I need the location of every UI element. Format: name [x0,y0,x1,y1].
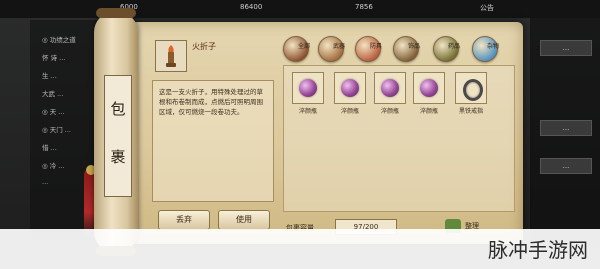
item-description-box: 这是一支火折子，用特殊处理过的草根和布卷制而成，点燃后可照明周围区域，仅可燃烧一… [152,80,274,202]
tab-weapon[interactable]: 武器 [318,36,346,62]
left-line: ◎ 天 ... [42,108,65,116]
inventory-slot[interactable]: 淬颜瓶 [374,72,406,115]
purple-gem-icon [420,79,438,97]
bag-title-char: 包 [110,100,126,118]
ring-icon [463,79,483,101]
use-button[interactable]: 使用 [218,210,270,230]
selected-item-name: 火折子 [192,42,216,51]
tab-label: 杂物 [487,43,500,50]
selected-item-icon [155,40,187,72]
tab-accessory[interactable]: 饰品 [393,36,421,62]
tab-label: 武器 [333,43,346,50]
watermark-text: 脉冲手游网 [488,238,588,262]
tab-medicine[interactable]: 药品 [433,36,461,62]
hud-coin-3: 7856 [355,3,373,11]
slot-label: 黑铁戒指 [458,108,483,115]
left-line: ◎ 功绩之道 [42,36,76,44]
purple-gem-icon [341,79,359,97]
item-description: 这是一支火折子，用特殊处理过的草根和布卷制而成，点燃后可照明周围区域，仅可燃烧一… [159,88,263,116]
left-line: 生 ... [42,72,57,80]
tab-all[interactable]: 全部 [283,36,311,62]
tab-armor[interactable]: 防具 [355,36,383,62]
tab-label: 药品 [448,43,461,50]
left-line: 大武 ... [42,90,64,98]
right-side-panel: ... ... ... [530,18,600,248]
right-panel-button[interactable]: ... [540,40,592,56]
right-panel-button[interactable]: ... [540,158,592,174]
left-line: 惜 ... [42,144,57,152]
inventory-slot[interactable]: 淬颜瓶 [292,72,324,115]
right-panel-button[interactable]: ... [540,120,592,136]
left-line: ... [42,178,49,186]
inventory-slot[interactable]: 淬颜瓶 [413,72,445,115]
tab-label: 全部 [298,43,311,50]
left-line: 怀 诗 ... [42,54,66,62]
inventory-slot[interactable]: 淬颜瓶 [334,72,366,115]
bag-title-char: 裹 [110,148,126,166]
hud-coin-2: 86400 [240,3,263,11]
purple-gem-icon [299,79,317,97]
slot-label: 淬颜瓶 [419,108,438,115]
purple-gem-icon [381,79,399,97]
discard-button[interactable]: 丢弃 [158,210,210,230]
tab-misc[interactable]: 杂物 [472,36,500,62]
scroll-roll-cap-top [96,8,136,18]
tab-label: 饰品 [408,43,421,50]
slot-label: 淬颜瓶 [298,108,317,115]
tab-label: 防具 [370,43,383,50]
firestarter-icon [166,45,176,67]
inventory-slot[interactable]: 黑铁戒指 [455,72,487,115]
slot-label: 淬颜瓶 [340,108,359,115]
left-line: ◎ 冷 ... [42,162,65,170]
left-line: ◎ 天门 ... [42,126,72,134]
bag-title-plaque: 包 裹 [104,75,132,197]
hud-right[interactable]: 公告 [480,3,494,13]
top-hud: 6000 86400 7856 公告 [0,0,600,18]
slot-label: 淬颜瓶 [380,108,399,115]
